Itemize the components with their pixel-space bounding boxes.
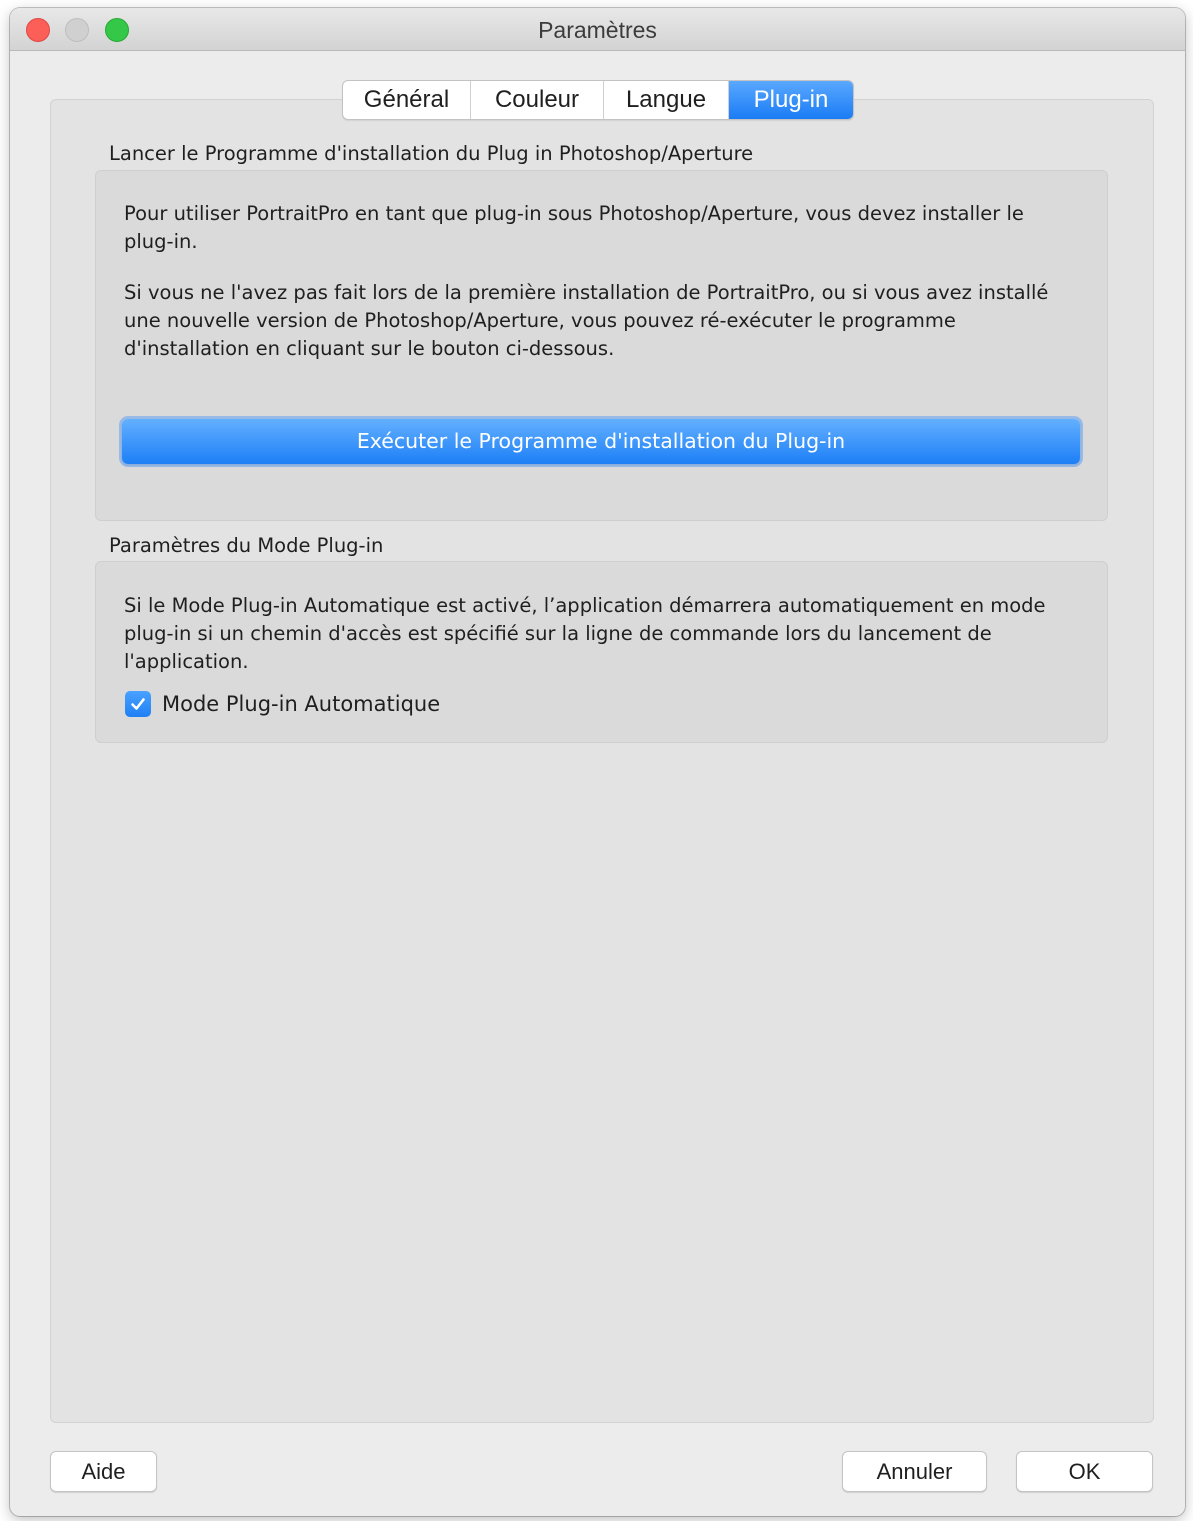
tab-language[interactable]: Langue [604, 81, 729, 119]
cancel-button[interactable]: Annuler [842, 1451, 987, 1492]
checkmark-icon [131, 698, 145, 710]
preferences-window: Paramètres Général Couleur Langue Plug-i… [10, 8, 1185, 1516]
auto-plugin-mode-row[interactable]: Mode Plug-in Automatique [125, 691, 440, 717]
tab-general[interactable]: Général [343, 81, 471, 119]
installer-description: Pour utiliser PortraitPro en tant que pl… [124, 202, 1024, 253]
tab-color[interactable]: Couleur [471, 81, 604, 119]
plugin-mode-section-label: Paramètres du Mode Plug-in [109, 534, 384, 557]
plugin-mode-description: Si le Mode Plug-in Automatique est activ… [124, 594, 1046, 673]
installer-section-label: Lancer le Programme d'installation du Pl… [109, 142, 754, 165]
help-button[interactable]: Aide [50, 1451, 157, 1492]
title-bar[interactable]: Paramètres [10, 8, 1185, 51]
tab-plugin[interactable]: Plug-in [729, 81, 853, 119]
tab-bar: Général Couleur Langue Plug-in [342, 80, 854, 120]
auto-plugin-mode-label: Mode Plug-in Automatique [162, 692, 441, 716]
run-plugin-installer-button[interactable]: Exécuter le Programme d'installation du … [122, 419, 1080, 464]
ok-button[interactable]: OK [1016, 1451, 1153, 1492]
window-title: Paramètres [538, 17, 657, 43]
installer-rerun-description: Si vous ne l'avez pas fait lors de la pr… [124, 281, 1049, 360]
auto-plugin-mode-checkbox[interactable] [125, 691, 151, 717]
